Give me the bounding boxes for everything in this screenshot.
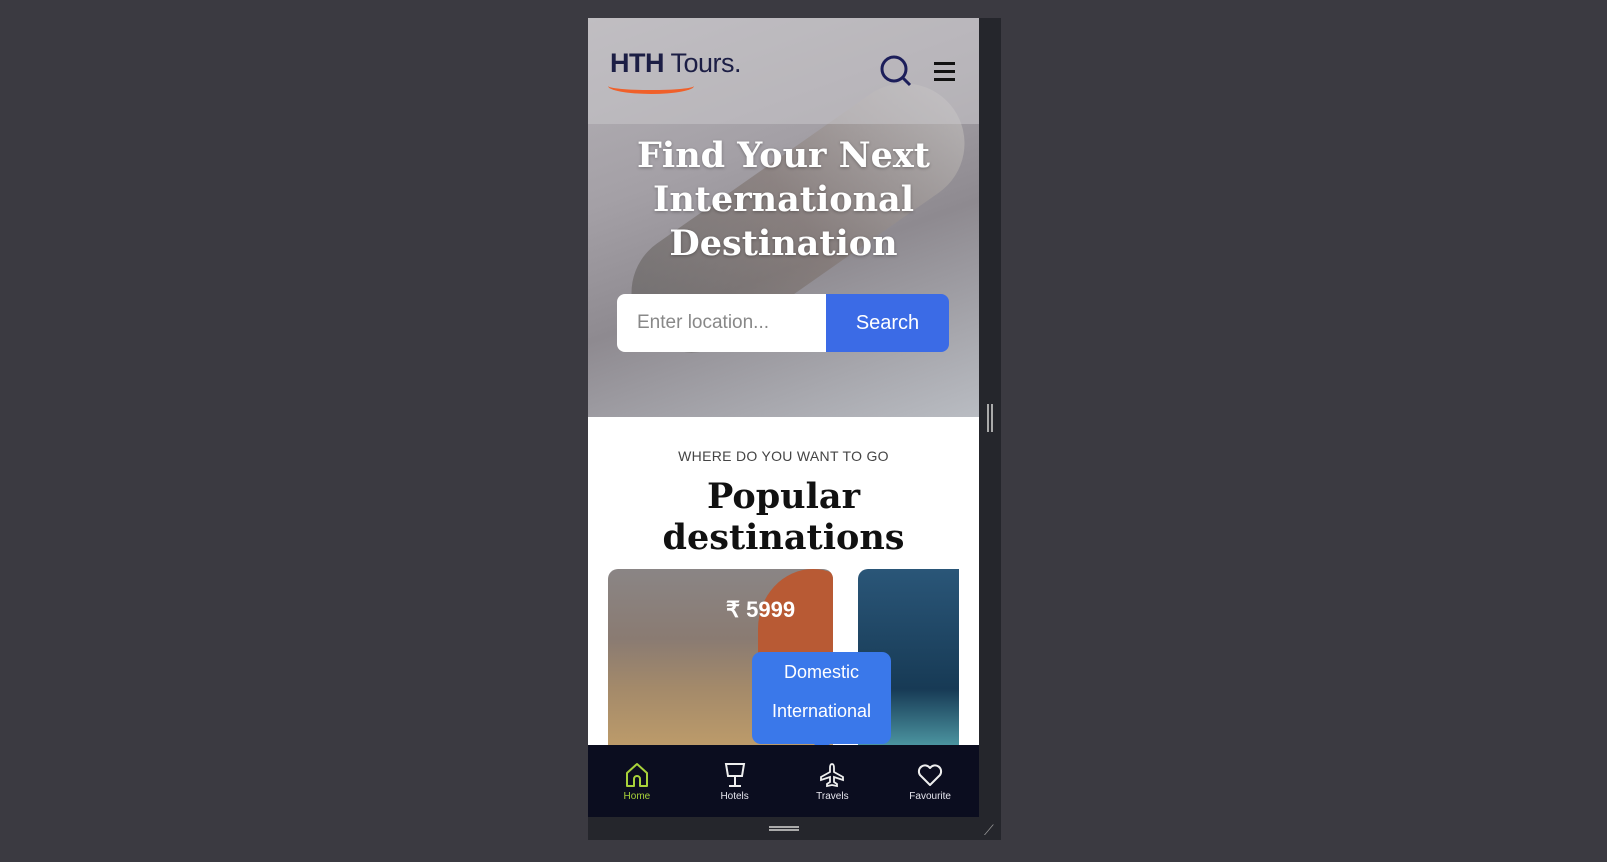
menu-item-domestic[interactable]: Domestic [752, 652, 891, 691]
hero-section: HTH Tours. Find Your Next International … [588, 18, 979, 417]
logo[interactable]: HTH Tours. [610, 48, 742, 79]
travels-dropdown: Domestic International [752, 652, 891, 752]
nav-hotels[interactable]: Hotels [686, 745, 784, 817]
nav-travels[interactable]: Travels [784, 745, 882, 817]
location-search-input[interactable] [617, 294, 826, 352]
logo-text: Tours. [664, 48, 742, 78]
card-price: ₹ 5999 [726, 597, 796, 622]
logo-bold: HTH [610, 48, 665, 78]
vertical-resize-handle[interactable] [987, 404, 993, 432]
search-icon[interactable] [880, 55, 912, 87]
plane-icon [820, 763, 845, 788]
nav-label: Travels [816, 791, 849, 802]
section-title: Popular destinations [662, 476, 905, 558]
lamp-icon [724, 763, 745, 787]
corner-resize-icon[interactable]: ⟋ [984, 822, 994, 839]
search-button[interactable]: Search [826, 294, 949, 352]
nav-label: Hotels [720, 791, 749, 802]
hamburger-menu-icon[interactable] [934, 62, 955, 86]
site-header: HTH Tours. [588, 18, 979, 124]
home-icon [625, 763, 648, 787]
horizontal-resize-rail [588, 817, 979, 840]
menu-item-international[interactable]: International [752, 691, 891, 730]
nav-favourite[interactable]: Favourite [881, 745, 979, 817]
heart-icon [918, 764, 943, 786]
horizontal-resize-handle[interactable] [769, 826, 799, 831]
mobile-viewport: HTH Tours. Find Your Next International … [588, 18, 979, 817]
section-subtitle: WHERE DO YOU WANT TO GO [678, 448, 889, 464]
nav-label: Favourite [909, 791, 951, 802]
hero-title: Find Your Next International Destination [637, 135, 930, 264]
bottom-nav: Home Hotels Travels Favourite [588, 745, 979, 817]
logo-swoosh [608, 78, 694, 94]
nav-label: Home [623, 791, 651, 802]
nav-home[interactable]: Home [588, 745, 686, 817]
